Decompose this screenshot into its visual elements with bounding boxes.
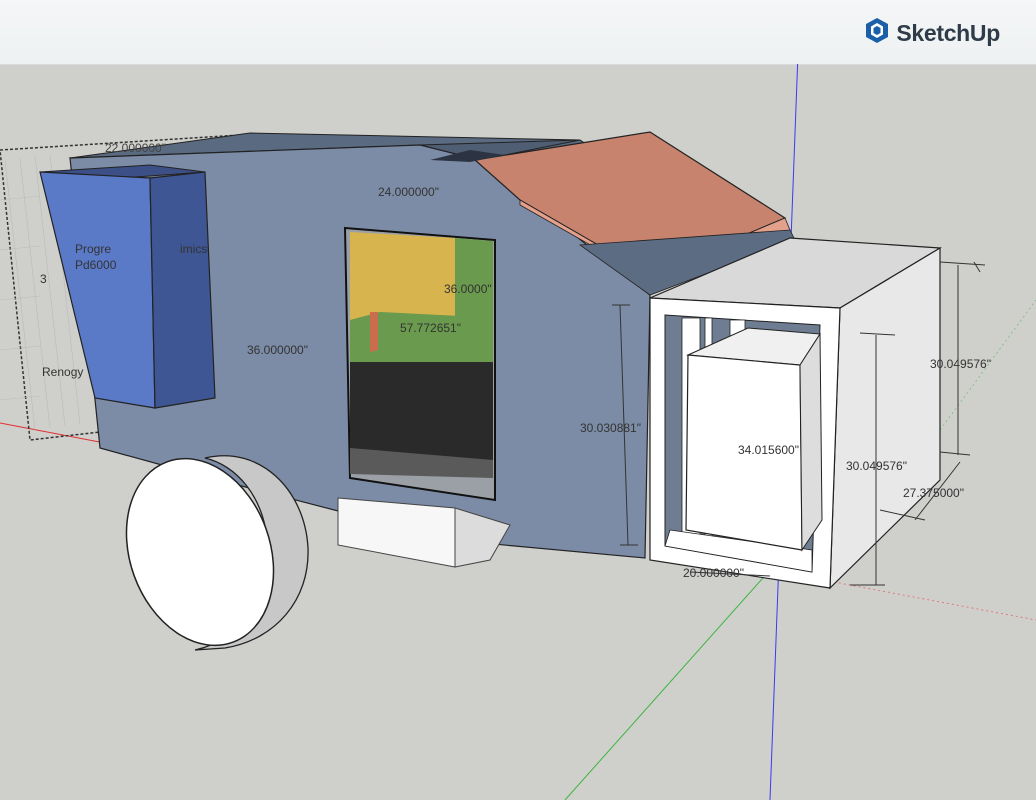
dim-side-center: 36.000000" [247, 343, 308, 357]
dim-box-center: 34.015600" [738, 443, 799, 457]
side-window[interactable] [343, 226, 496, 502]
brand[interactable]: SketchUp [864, 17, 1000, 50]
red-axis [0, 422, 111, 445]
sketchup-logo-icon [864, 17, 890, 50]
dim-box-bottom: 20.000000" [683, 566, 744, 580]
battery-label-line1: Progre [75, 242, 111, 256]
dim-window-inner: 57.772651" [400, 321, 461, 335]
dim-window-upper: 36.0000" [444, 282, 492, 296]
brand-name: SketchUp [896, 19, 1000, 46]
dim-box-depth: 27.375000" [903, 486, 964, 500]
model-viewport[interactable]: Progre Pd6000 imics Renogy 3 22.000000" [0, 64, 1036, 800]
dim-box-right-lower: 30.049576" [846, 459, 907, 473]
battery-left-number: 3 [40, 272, 47, 286]
battery-label-brand: Renogy [42, 365, 83, 379]
dim-top-center: 24.000000" [378, 185, 439, 199]
battery-label-line2: Pd6000 [75, 258, 117, 272]
dim-box-left: 30.030881" [580, 421, 641, 435]
battery-label-side: imics [180, 242, 207, 256]
dim-top-left: 22.000000" [105, 141, 166, 155]
dim-box-right-upper: 30.049576" [930, 357, 991, 371]
storage-inner-crate[interactable] [685, 327, 823, 552]
green-axis [564, 569, 771, 800]
top-bar: SketchUp [0, 0, 1036, 65]
